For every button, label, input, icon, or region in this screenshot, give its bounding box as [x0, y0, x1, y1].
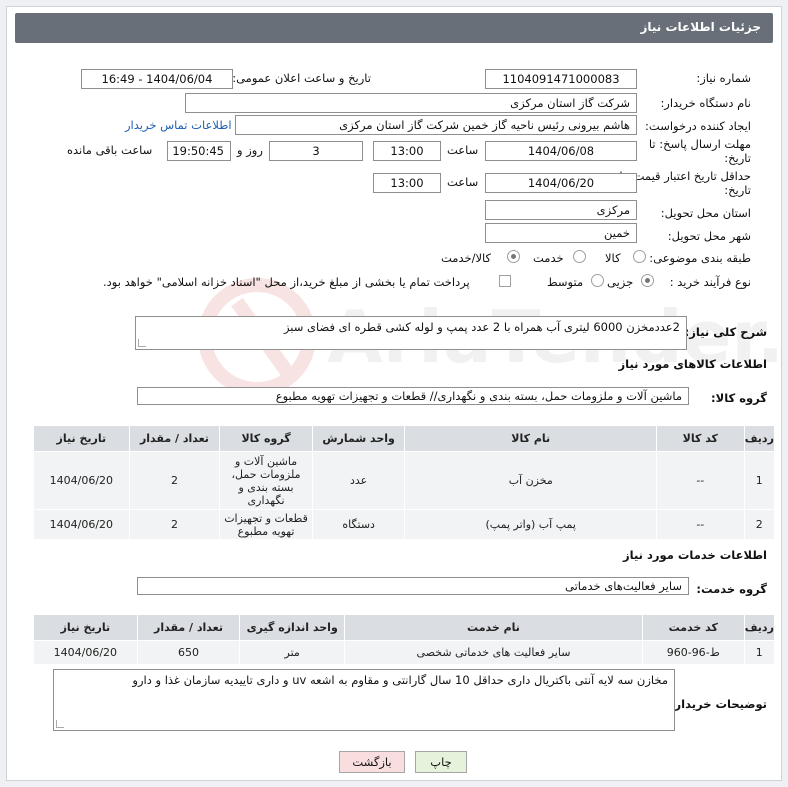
radio-medium[interactable] — [591, 274, 604, 287]
goods-section-title: اطلاعات کالاهای مورد نیاز — [618, 357, 767, 371]
cell-name: پمپ آب (واتر پمپ) — [404, 509, 658, 540]
services-group-field: سایر فعالیت‌های خدماتی — [137, 577, 689, 595]
cell-row: 2 — [743, 509, 776, 540]
price-time-label: ساعت — [447, 175, 479, 189]
announce-field: 1404/06/04 - 16:49 — [81, 69, 233, 89]
table-row: 1 ط-96-960 سایر فعالیت های خدماتی شخصی م… — [33, 640, 776, 665]
cell-date: 1404/06/20 — [33, 509, 130, 540]
cell-row: 1 — [743, 451, 776, 510]
col-unit: واحد شمارش — [311, 425, 406, 452]
col-row: ردیف — [743, 614, 776, 641]
buyer-org-label: نام دستگاه خریدار: — [660, 96, 751, 110]
col-measure-unit: واحد اندازه گیری — [239, 614, 346, 641]
cell-qty: 650 — [136, 640, 241, 665]
cell-qty: 2 — [128, 451, 221, 510]
goods-group-label: گروه کالا: — [711, 391, 767, 405]
price-date-field: 1404/06/20 — [485, 173, 637, 193]
cell-qty: 2 — [128, 509, 221, 540]
col-row: ردیف — [743, 425, 776, 452]
resize-handle-icon[interactable] — [138, 339, 146, 347]
radio-minor-label: جزیی — [607, 275, 634, 289]
cell-unit: دستگاه — [311, 509, 406, 540]
cell-unit: عدد — [311, 451, 406, 510]
col-date: تاریخ نیاز — [33, 614, 138, 641]
buyer-notes-label: توضیحات خریدار: — [669, 697, 767, 711]
services-section-title: اطلاعات خدمات مورد نیاز — [623, 548, 767, 562]
cell-date: 1404/06/20 — [33, 451, 130, 510]
goods-table: ردیف کد کالا نام کالا واحد شمارش گروه کا… — [33, 425, 776, 540]
announce-label: تاریخ و ساعت اعلان عمومی: — [232, 71, 371, 85]
radio-goods-label: کالا — [605, 251, 621, 265]
cell-code: -- — [656, 509, 745, 540]
page-frame: جزئیات اطلاعات نیاز AriaTender.net شماره… — [6, 6, 787, 781]
reply-date-field: 1404/06/08 — [485, 141, 637, 161]
services-group-label: گروه خدمت: — [696, 582, 767, 596]
radio-goods[interactable] — [633, 250, 646, 263]
radio-minor[interactable] — [641, 274, 654, 287]
col-service-code: کد خدمت — [641, 614, 745, 641]
reply-time-label: ساعت — [447, 143, 479, 157]
print-button[interactable]: چاپ — [415, 751, 467, 773]
services-table-header: ردیف کد خدمت نام خدمت واحد اندازه گیری ت… — [33, 614, 776, 641]
remaining-label: ساعت باقی مانده — [67, 143, 153, 157]
col-date: تاریخ نیاز — [33, 425, 130, 452]
col-group: گروه کالا — [219, 425, 313, 452]
cell-service-code: ط-96-960 — [641, 640, 745, 665]
cell-name: مخزن آب — [404, 451, 658, 510]
reply-deadline-label: مهلت ارسال پاسخ: تا تاریخ: — [648, 137, 751, 165]
price-time-field: 13:00 — [373, 173, 441, 193]
cell-code: -- — [656, 451, 745, 510]
buyer-contact-link[interactable]: اطلاعات تماس خریدار — [125, 118, 232, 132]
cell-row: 1 — [743, 640, 776, 665]
creator-field: هاشم بیرونی رئیس ناحیه گاز خمین شرکت گاز… — [235, 115, 637, 135]
goods-group-field: ماشین آلات و ملزومات حمل، بسته بندی و نگ… — [137, 387, 689, 405]
cell-group: قطعات و تجهیزات تهویه مطبوع — [219, 509, 313, 540]
col-service-name: نام خدمت — [344, 614, 643, 641]
cell-measure-unit: متر — [239, 640, 346, 665]
description-label: شرح کلی نیاز: — [684, 325, 767, 339]
cell-date: 1404/06/20 — [33, 640, 138, 665]
radio-service-label: خدمت — [533, 251, 564, 265]
remaining-time-field: 19:50:45 — [167, 141, 231, 161]
days-field: 3 — [269, 141, 363, 161]
services-table: ردیف کد خدمت نام خدمت واحد اندازه گیری ت… — [33, 614, 776, 665]
buyer-org-field: شرکت گاز استان مرکزی — [185, 93, 637, 113]
province-label: استان محل تحویل: — [660, 206, 751, 220]
description-text: 2عددمخزن 6000 لیتری آب همراه با 2 عدد پم… — [283, 320, 680, 334]
reply-time-field: 13:00 — [373, 141, 441, 161]
buyer-notes-text: مخازن سه لایه آنتی باکتریال داری حداقل 1… — [132, 673, 668, 687]
table-row: 1 -- مخزن آب عدد ماشین آلات و ملزومات حم… — [33, 451, 776, 510]
treasury-checkbox[interactable] — [499, 275, 511, 287]
cell-group: ماشین آلات و ملزومات حمل، بسته بندی و نگ… — [219, 451, 313, 510]
table-row: 2 -- پمپ آب (واتر پمپ) دستگاه قطعات و تج… — [33, 509, 776, 540]
cell-service-name: سایر فعالیت های خدماتی شخصی — [344, 640, 643, 665]
col-code: کد کالا — [656, 425, 745, 452]
province-field: مرکزی — [485, 200, 637, 220]
radio-goods-service-label: کالا/خدمت — [441, 251, 492, 265]
need-number-field: 1104091471000083 — [485, 69, 637, 89]
page-header: جزئیات اطلاعات نیاز — [15, 13, 773, 43]
radio-goods-service[interactable] — [507, 250, 520, 263]
col-qty: تعداد / مقدار — [136, 614, 241, 641]
goods-table-header: ردیف کد کالا نام کالا واحد شمارش گروه کا… — [33, 425, 776, 452]
creator-label: ایجاد کننده درخواست: — [645, 119, 751, 133]
col-qty: تعداد / مقدار — [128, 425, 221, 452]
category-label: طبقه بندی موضوعی: — [649, 251, 751, 265]
need-number-label: شماره نیاز: — [696, 71, 751, 85]
radio-service[interactable] — [573, 250, 586, 263]
buyer-notes-field: مخازن سه لایه آنتی باکتریال داری حداقل 1… — [53, 669, 675, 731]
description-field: 2عددمخزن 6000 لیتری آب همراه با 2 عدد پم… — [135, 316, 687, 350]
days-label: روز و — [237, 143, 263, 157]
payment-note: پرداخت تمام یا بخشی از مبلغ خرید،از محل … — [103, 275, 470, 289]
col-name: نام کالا — [404, 425, 658, 452]
resize-handle-icon[interactable] — [56, 720, 64, 728]
radio-medium-label: متوسط — [547, 275, 584, 289]
process-label: نوع فرآیند خرید : — [669, 275, 751, 289]
back-button[interactable]: بازگشت — [339, 751, 405, 773]
city-label: شهر محل تحویل: — [667, 229, 751, 243]
city-field: خمین — [485, 223, 637, 243]
